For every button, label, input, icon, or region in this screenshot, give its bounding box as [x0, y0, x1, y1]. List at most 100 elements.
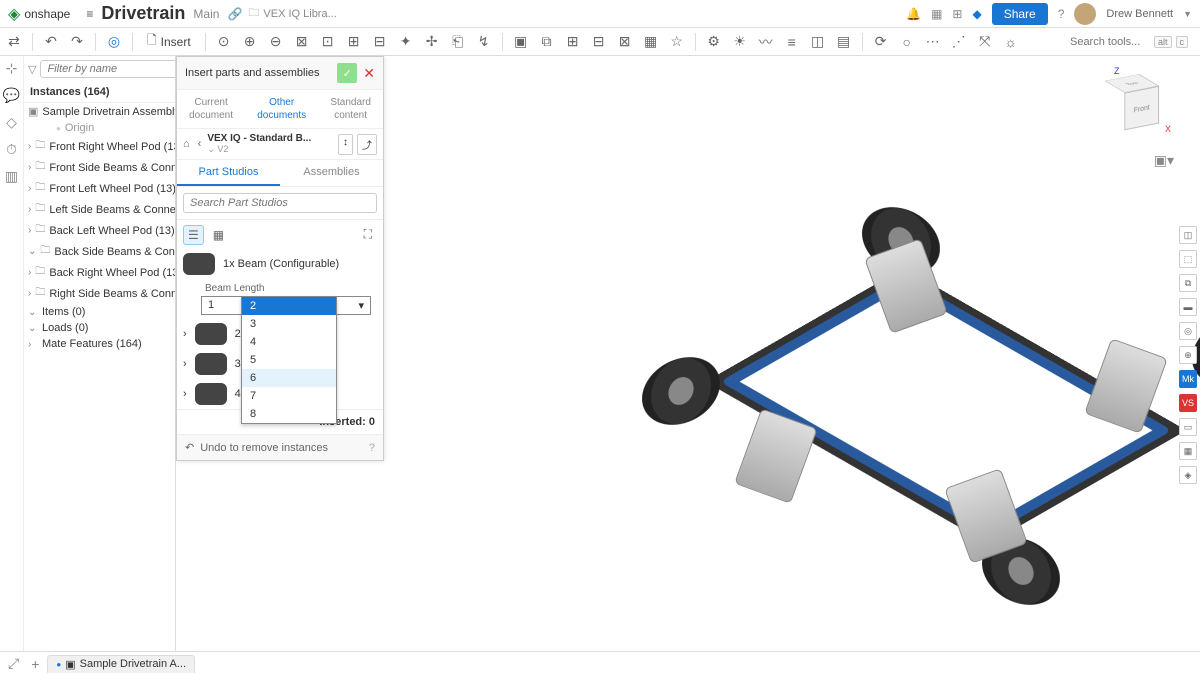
- redo-icon[interactable]: ↷: [67, 32, 87, 52]
- right-rail-icon-2[interactable]: ⬚: [1179, 250, 1197, 268]
- right-rail-icon-6[interactable]: ⊕: [1179, 346, 1197, 364]
- right-rail-icon-1[interactable]: ◫: [1179, 226, 1197, 244]
- share-button[interactable]: Share: [992, 3, 1048, 25]
- tree-item[interactable]: ›🗀Back Right Wheel Pod (13): [24, 262, 175, 283]
- right-rail-vs-icon[interactable]: VS: [1179, 394, 1197, 412]
- source-tab-standard[interactable]: Standard content: [330, 96, 371, 122]
- tool-mate3-icon[interactable]: ⊠: [292, 32, 312, 52]
- source-tab-current[interactable]: Current document: [189, 96, 233, 122]
- right-rail-icon-7[interactable]: ▭: [1179, 418, 1197, 436]
- search-tools-input[interactable]: [1070, 36, 1150, 48]
- filter-input[interactable]: [40, 60, 176, 78]
- bottom-expand-icon[interactable]: ⤢: [4, 655, 23, 672]
- tree-item-mates-group[interactable]: › Mate Features (164): [24, 336, 175, 352]
- tool-sim6-icon[interactable]: ☼: [1001, 32, 1021, 52]
- tool-sim4-icon[interactable]: ⋰: [949, 32, 969, 52]
- rail-add-icon[interactable]: ⊹: [6, 60, 18, 77]
- tool-mate4-icon[interactable]: ⊡: [318, 32, 338, 52]
- right-rail-icon-8[interactable]: ▦: [1179, 442, 1197, 460]
- tool-mate7-icon[interactable]: ✦: [396, 32, 416, 52]
- rail-bom-icon[interactable]: ▥: [5, 168, 18, 185]
- nav-action-2-icon[interactable]: ⤴: [357, 134, 377, 155]
- dropdown-option[interactable]: 4: [242, 333, 336, 351]
- tool-list-icon[interactable]: ≡: [782, 32, 802, 52]
- insert-button[interactable]: 🗋 Insert: [141, 29, 197, 54]
- filter-icon[interactable]: ▽: [28, 63, 36, 76]
- tree-item-assembly[interactable]: ▣ Sample Drivetrain Assembly: [24, 103, 175, 120]
- tool-copy-icon[interactable]: ⧉: [537, 32, 557, 52]
- tool-measure-icon[interactable]: ◫: [808, 32, 828, 52]
- panel-close-button[interactable]: ✕: [363, 65, 375, 82]
- drivetrain-model[interactable]: [596, 216, 1200, 636]
- library-breadcrumb-version[interactable]: ⌄ V2: [207, 144, 332, 155]
- part-row-1xbeam[interactable]: 1x Beam (Configurable): [183, 249, 377, 279]
- cube-face-front[interactable]: Front: [1124, 86, 1159, 130]
- tool-revolute-icon[interactable]: ⊙: [214, 32, 234, 52]
- tool-replicate-icon[interactable]: ⎗: [448, 32, 468, 52]
- tree-item[interactable]: ›🗀Front Side Beams & Connec: [24, 157, 175, 178]
- help-icon[interactable]: ?: [1058, 7, 1065, 21]
- library-breadcrumb-title[interactable]: VEX IQ - Standard B...: [207, 133, 332, 144]
- view-mode-grid-icon[interactable]: ▦: [208, 225, 229, 245]
- tool-spring-icon[interactable]: 〰: [756, 32, 776, 52]
- dropdown-option[interactable]: 6: [242, 369, 336, 387]
- app-icon[interactable]: ▦: [931, 7, 942, 21]
- right-rail-matekey-icon[interactable]: Mk: [1179, 370, 1197, 388]
- tree-toggle-icon[interactable]: ⊞: [952, 7, 962, 21]
- tool-sim5-icon[interactable]: ⤧: [975, 32, 995, 52]
- tree-item[interactable]: ›🗀Front Left Wheel Pod (13): [24, 178, 175, 199]
- link-icon[interactable]: 🔗: [227, 7, 242, 21]
- tool-mate2-icon[interactable]: ⊖: [266, 32, 286, 52]
- dropdown-option[interactable]: 8: [242, 405, 336, 423]
- undo-icon[interactable]: ↶: [185, 441, 194, 454]
- tool-snap-icon[interactable]: ↯: [474, 32, 494, 52]
- panel-confirm-button[interactable]: ✓: [337, 63, 357, 83]
- instances-header[interactable]: Instances (164): [24, 82, 175, 103]
- bottom-add-tab-icon[interactable]: +: [27, 656, 43, 672]
- nav-home-icon[interactable]: ⌂: [183, 138, 190, 150]
- tree-item[interactable]: ›🗀Left Side Beams & Connecto: [24, 199, 175, 220]
- undo-help-icon[interactable]: ?: [369, 442, 375, 454]
- right-rail-icon-3[interactable]: ⧉: [1179, 274, 1197, 292]
- tool-mate1-icon[interactable]: ⊕: [240, 32, 260, 52]
- view-expand-icon[interactable]: ⛶: [359, 224, 377, 245]
- bottom-tab-assembly[interactable]: ● ▣ Sample Drivetrain A...: [47, 655, 195, 673]
- nav-action-1-icon[interactable]: ↕: [338, 134, 353, 155]
- document-title[interactable]: Drivetrain: [101, 3, 185, 24]
- right-rail-icon-9[interactable]: ◈: [1179, 466, 1197, 484]
- notification-bell-icon[interactable]: 🔔: [906, 7, 921, 21]
- tree-item[interactable]: ⌄🗀Back Side Beams & Connect: [24, 241, 175, 262]
- undo-icon[interactable]: ↶: [41, 32, 61, 52]
- tool-sun-icon[interactable]: ☀: [730, 32, 750, 52]
- tree-item[interactable]: ›🗀Right Side Beams & Connect: [24, 283, 175, 304]
- dropdown-option[interactable]: 3: [242, 315, 336, 333]
- tool-move-icon[interactable]: ✢: [422, 32, 442, 52]
- tool-array2-icon[interactable]: ⊠: [615, 32, 635, 52]
- right-rail-icon-4[interactable]: ▬: [1179, 298, 1197, 316]
- user-name[interactable]: Drew Bennett: [1106, 8, 1173, 20]
- tool-sim2-icon[interactable]: ○: [897, 32, 917, 52]
- menu-icon[interactable]: ≡: [86, 7, 93, 21]
- rail-comment-icon[interactable]: 💬: [3, 87, 20, 104]
- user-avatar[interactable]: [1074, 3, 1096, 25]
- nav-back-icon[interactable]: ‹: [198, 138, 202, 150]
- tool-pattern-icon[interactable]: ⊞: [563, 32, 583, 52]
- tool-gear-icon[interactable]: ⚙: [704, 32, 724, 52]
- tool-sim1-icon[interactable]: ⟳: [871, 32, 891, 52]
- tree-item-loads-group[interactable]: ⌄ Loads (0): [24, 320, 175, 336]
- tree-item-origin[interactable]: ● Origin: [24, 120, 175, 136]
- view-cube[interactable]: Z X Front Right Top: [1096, 66, 1176, 146]
- rail-config-icon[interactable]: ◇: [6, 114, 17, 131]
- tool-mate6-icon[interactable]: ⊟: [370, 32, 390, 52]
- studio-tab-assemblies[interactable]: Assemblies: [280, 160, 383, 186]
- tool-show-icon[interactable]: ☆: [667, 32, 687, 52]
- tool-array1-icon[interactable]: ⊟: [589, 32, 609, 52]
- tool-group-icon[interactable]: ▣: [511, 32, 531, 52]
- source-tab-other[interactable]: Other documents: [257, 96, 306, 122]
- tree-item-items-group[interactable]: ⌄ Items (0): [24, 304, 175, 320]
- tool-table-icon[interactable]: ▤: [834, 32, 854, 52]
- display-options-icon[interactable]: ▣▾: [1154, 152, 1174, 169]
- tool-exploded-icon[interactable]: ▦: [641, 32, 661, 52]
- dropdown-option[interactable]: 7: [242, 387, 336, 405]
- folder-breadcrumb[interactable]: 🗀 VEX IQ Libra...: [248, 4, 336, 23]
